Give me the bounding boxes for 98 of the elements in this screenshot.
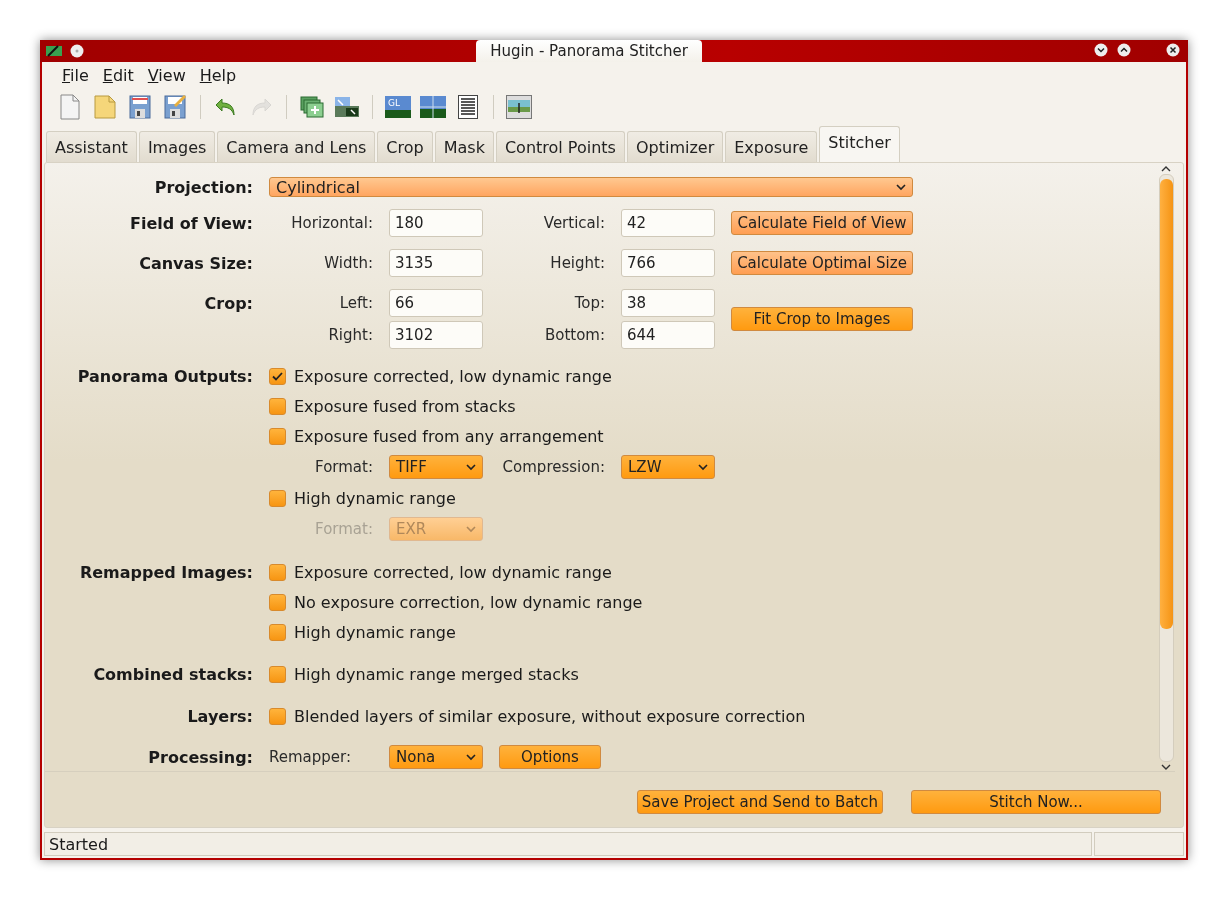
blank-page-icon (59, 94, 81, 120)
format-dropdown[interactable]: TIFF (389, 455, 483, 479)
add-images-icon (300, 96, 324, 118)
undo-icon (215, 96, 237, 118)
menu-item[interactable]: Help (193, 66, 245, 88)
checkbox[interactable] (269, 623, 286, 641)
checkbox-label: No exposure correction, low dynamic range (294, 592, 643, 612)
redo-icon (250, 96, 272, 118)
checkbox-label: Exposure fused from any arrangement (294, 426, 604, 446)
number-field[interactable]: 42 (621, 209, 715, 237)
remapper-label: Remapper: (269, 748, 352, 766)
fit-crop-button[interactable]: Fit Crop to Images (731, 307, 913, 331)
scroll-down-icon[interactable] (1161, 764, 1171, 771)
app-logo-icon (46, 44, 62, 58)
checkbox-label: Exposure fused from stacks (294, 396, 516, 416)
number-field[interactable]: 644 (621, 321, 715, 349)
landscape-icon (420, 96, 446, 118)
number-field[interactable]: 3102 (389, 321, 483, 349)
checkbox[interactable] (269, 427, 286, 445)
status-text: Started (44, 832, 1092, 856)
section-label: Layers: (186, 706, 253, 726)
checkbox[interactable] (269, 665, 286, 683)
tab[interactable]: Mask (434, 131, 494, 162)
folder-page-icon (94, 95, 116, 119)
section-label: Canvas Size: (138, 253, 253, 273)
toolbar-button[interactable] (505, 93, 533, 121)
field-label: Top: (573, 294, 605, 312)
number-field[interactable]: 180 (389, 209, 483, 237)
caret-icon (466, 463, 476, 471)
calculate-button[interactable]: Calculate Field of View (731, 211, 913, 235)
minimize-icon[interactable] (1094, 43, 1108, 57)
calculate-button[interactable]: Calculate Optimal Size (731, 251, 913, 275)
field-label: Right: (327, 326, 373, 344)
tab[interactable]: Images (138, 131, 216, 162)
caret-icon (896, 183, 906, 191)
action-button[interactable]: Save Project and Send to Batch (636, 790, 883, 814)
section-label: Combined stacks: (92, 664, 253, 684)
checkbox-label: High dynamic range (294, 488, 456, 508)
field-label: Left: (338, 294, 373, 312)
maximize-icon[interactable] (1117, 43, 1131, 57)
compression-dropdown[interactable]: LZW (621, 455, 715, 479)
close-icon[interactable] (1166, 43, 1180, 57)
projection-dropdown[interactable]: Cylindrical (269, 177, 913, 197)
tab[interactable]: Exposure (725, 131, 818, 162)
number-field[interactable]: 66 (389, 289, 483, 317)
section-label: Panorama Outputs: (76, 366, 253, 386)
checkbox[interactable] (269, 397, 286, 415)
section-label: Remapped Images: (78, 562, 253, 582)
options-button[interactable]: Options (499, 745, 601, 769)
scrollbar-thumb[interactable] (1159, 179, 1173, 629)
check-icon (272, 371, 283, 381)
field-label: Vertical: (542, 214, 605, 232)
checkbox[interactable] (269, 593, 286, 611)
caret-icon (698, 463, 708, 471)
checkbox[interactable] (269, 563, 286, 581)
menu-item[interactable]: Edit (96, 66, 142, 88)
number-field[interactable]: 3135 (389, 249, 483, 277)
remapper-dropdown[interactable]: Nona (389, 745, 483, 769)
tab[interactable]: Control Points (495, 131, 625, 162)
field-label: Bottom: (543, 326, 605, 344)
checkbox-label: High dynamic range merged stacks (294, 664, 579, 684)
checkbox-label: High dynamic range (294, 622, 456, 642)
number-field[interactable]: 38 (621, 289, 715, 317)
toolbar-button[interactable] (419, 93, 447, 121)
image-pair-icon (334, 96, 360, 118)
field-label: Width: (323, 254, 373, 272)
window-title: Hugin - Panorama Stitcher (476, 40, 702, 62)
list-icon (458, 95, 478, 119)
scroll-up-icon[interactable] (1161, 165, 1171, 172)
checkbox-label: Blended layers of similar exposure, without exposure correction (294, 706, 806, 726)
section-label: Field of View: (129, 213, 253, 233)
tab[interactable]: Camera and Lens (217, 131, 376, 162)
field-label: Horizontal: (290, 214, 373, 232)
section-label: Processing: (147, 747, 253, 767)
tab[interactable]: Crop (377, 131, 433, 162)
format-label: Format: (314, 458, 373, 476)
field-label: Height: (549, 254, 605, 272)
number-field[interactable]: 766 (621, 249, 715, 277)
floppy-pencil-icon (164, 95, 186, 119)
section-label: Projection: (153, 177, 253, 197)
action-button[interactable]: Stitch Now... (911, 790, 1161, 814)
compression-label: Compression: (501, 458, 605, 476)
checkbox-label: Exposure corrected, low dynamic range (294, 562, 612, 582)
tab[interactable]: Stitcher (819, 126, 900, 162)
format-label: Format: (314, 520, 373, 538)
tab[interactable]: Assistant (46, 131, 137, 162)
panorama-icon (506, 95, 532, 119)
caret-icon (466, 753, 476, 761)
menu-item[interactable]: File (56, 66, 97, 88)
window-menu-icon[interactable] (70, 44, 84, 58)
checkbox-label: Exposure corrected, low dynamic range (294, 366, 612, 386)
menu-item[interactable]: View (141, 66, 194, 88)
caret-icon (466, 525, 476, 533)
tab[interactable]: Optimizer (626, 131, 724, 162)
checkbox[interactable] (269, 367, 286, 385)
section-label: Crop: (203, 293, 253, 313)
checkbox[interactable] (269, 707, 286, 725)
checkbox[interactable] (269, 489, 286, 507)
